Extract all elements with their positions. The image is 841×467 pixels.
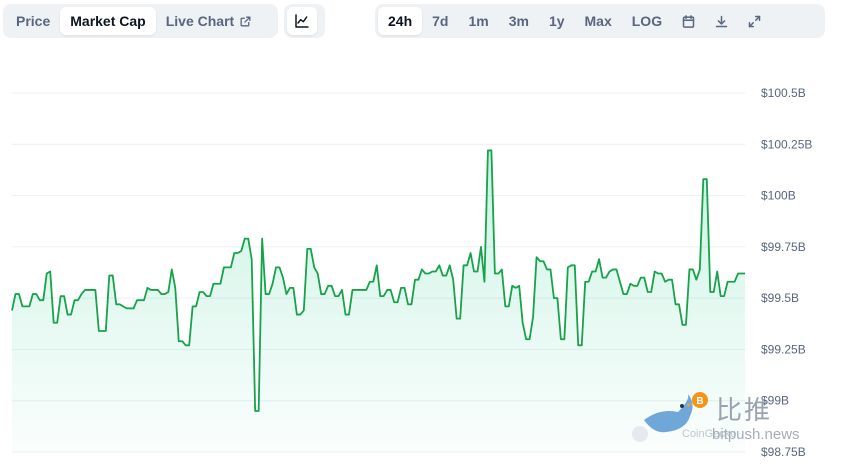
range-1y-label: 1y [548,13,565,29]
range-max[interactable]: Max [575,7,622,35]
range-tab-group: 24h 7d 1m 3m 1y Max LOG [375,4,825,38]
range-1m[interactable]: 1m [458,7,498,35]
y-tick-label: $100.5B [761,86,806,100]
range-3m[interactable]: 3m [499,7,539,35]
range-7d-label: 7d [432,13,449,29]
download-button[interactable] [705,7,738,35]
date-range-button[interactable] [672,7,705,35]
range-max-label: Max [584,13,612,29]
range-3m-label: 3m [508,13,529,29]
tab-market-cap[interactable]: Market Cap [60,7,156,35]
watermark-cn-text: 比推 [716,396,773,426]
external-link-icon [240,16,251,26]
log-scale-label: LOG [631,13,663,29]
y-tick-label: $99.25B [761,342,806,356]
view-tab-group: Price Market Cap Live Chart [3,4,278,38]
range-1m-label: 1m [468,13,489,29]
range-24h-label: 24h [388,13,413,29]
calendar-icon [682,14,695,28]
download-icon [715,15,728,27]
tab-price-label: Price [16,13,51,29]
y-tick-label: $100B [761,189,796,203]
fullscreen-icon [748,15,761,27]
watermark: B 比推 CoinGecko bitpush.news [630,390,830,450]
y-tick-label: $99.75B [761,240,806,254]
line-chart-button[interactable] [287,7,317,35]
range-7d[interactable]: 7d [422,7,458,35]
y-tick-label: $100.25B [761,137,812,151]
y-tick-label: $99.5B [761,291,799,305]
log-scale-toggle[interactable]: LOG [622,7,672,35]
range-1y[interactable]: 1y [539,7,575,35]
tab-live-chart[interactable]: Live Chart [156,7,262,35]
fullscreen-button[interactable] [738,7,771,35]
watermark-url: bitpush.news [712,426,800,443]
tab-price[interactable]: Price [6,7,60,35]
svg-text:B: B [696,396,703,407]
chart-type-group [284,4,325,38]
line-chart-icon [295,14,309,28]
range-24h[interactable]: 24h [378,7,423,35]
chart-toolbar: Price Market Cap Live Chart 24h 7d 1m 3m… [0,0,841,44]
tab-market-cap-label: Market Cap [70,13,146,29]
tab-live-chart-label: Live Chart [165,13,235,29]
